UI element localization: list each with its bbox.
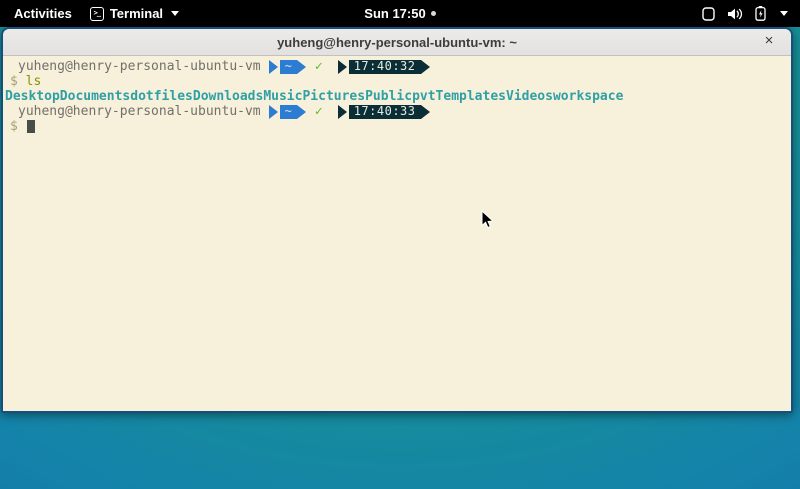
mouse-cursor-icon — [480, 210, 495, 235]
display-icon — [702, 7, 715, 21]
check-icon: ✓ — [315, 59, 323, 74]
chevron-down-icon — [780, 11, 788, 16]
powerline-path-segment: ~ — [269, 60, 306, 74]
powerline-arrow-icon — [421, 105, 430, 119]
app-menu-terminal[interactable]: >_ Terminal — [90, 6, 179, 21]
top-bar-left: Activities >_ Terminal — [0, 4, 179, 23]
input-line: $ — [5, 119, 789, 134]
dir-entry: Music — [263, 89, 302, 104]
activities-button[interactable]: Activities — [10, 4, 76, 23]
battery-charging-icon — [755, 6, 766, 21]
terminal-window: yuheng@henry-personal-ubuntu-vm: ~ × yuh… — [1, 27, 793, 413]
dir-entry: Templates — [436, 89, 506, 104]
dir-entry: Desktop — [5, 89, 60, 104]
notification-dot-icon — [431, 11, 436, 16]
prompt-time: 17:40:32 — [349, 60, 421, 74]
powerline-arrow-icon — [269, 105, 278, 119]
command-line: $ ls — [5, 74, 789, 89]
system-status-area[interactable] — [702, 6, 800, 21]
powerline-arrow-icon — [421, 60, 430, 74]
dir-entry: workspace — [553, 89, 623, 104]
prompt-path: ~ — [280, 60, 297, 74]
powerline-path-segment: ~ — [269, 105, 306, 119]
prompt-symbol: $ — [5, 119, 18, 134]
dir-entry: Videos — [506, 89, 553, 104]
powerline-arrow-icon — [338, 60, 347, 74]
ls-output-row: Desktop Documents dotfiles Downloads Mus… — [5, 89, 789, 104]
window-title: yuheng@henry-personal-ubuntu-vm: ~ — [277, 35, 517, 50]
chevron-down-icon — [171, 11, 179, 16]
prompt-time: 17:40:33 — [349, 105, 421, 119]
powerline-arrow-icon — [297, 105, 306, 119]
powerline-time-segment: 17:40:33 — [338, 105, 430, 119]
prompt-user-host: yuheng@henry-personal-ubuntu-vm — [5, 104, 261, 119]
prompt-symbol: $ — [5, 74, 18, 89]
check-icon: ✓ — [315, 104, 323, 119]
prompt-path: ~ — [280, 105, 297, 119]
app-menu-label: Terminal — [110, 6, 163, 21]
powerline-arrow-icon — [338, 105, 347, 119]
dir-entry: Public — [365, 89, 412, 104]
prompt-user-host: yuheng@henry-personal-ubuntu-vm — [5, 59, 261, 74]
close-button[interactable]: × — [760, 33, 778, 51]
terminal-body[interactable]: yuheng@henry-personal-ubuntu-vm ~ ✓ 17:4… — [3, 56, 791, 411]
powerline-arrow-icon — [297, 60, 306, 74]
clock[interactable]: Sun 17:50 — [364, 6, 425, 21]
text-cursor — [27, 120, 35, 133]
prompt-line: yuheng@henry-personal-ubuntu-vm ~ ✓ 17:4… — [5, 104, 789, 119]
dir-entry: pvt — [412, 89, 435, 104]
powerline-arrow-icon — [269, 60, 278, 74]
powerline-time-segment: 17:40:32 — [338, 60, 430, 74]
desktop: { "top_bar": { "activities_label": "Acti… — [0, 0, 800, 489]
typed-command: ls — [26, 74, 42, 89]
dir-entry: dotfiles — [130, 89, 193, 104]
window-titlebar[interactable]: yuheng@henry-personal-ubuntu-vm: ~ × — [3, 29, 791, 56]
prompt-line: yuheng@henry-personal-ubuntu-vm ~ ✓ 17:4… — [5, 59, 789, 74]
dir-entry: Documents — [60, 89, 130, 104]
volume-icon — [727, 7, 743, 21]
dir-entry: Pictures — [302, 89, 365, 104]
dir-entry: Downloads — [193, 89, 263, 104]
top-bar: Activities >_ Terminal Sun 17:50 — [0, 0, 800, 27]
terminal-icon: >_ — [90, 7, 104, 21]
